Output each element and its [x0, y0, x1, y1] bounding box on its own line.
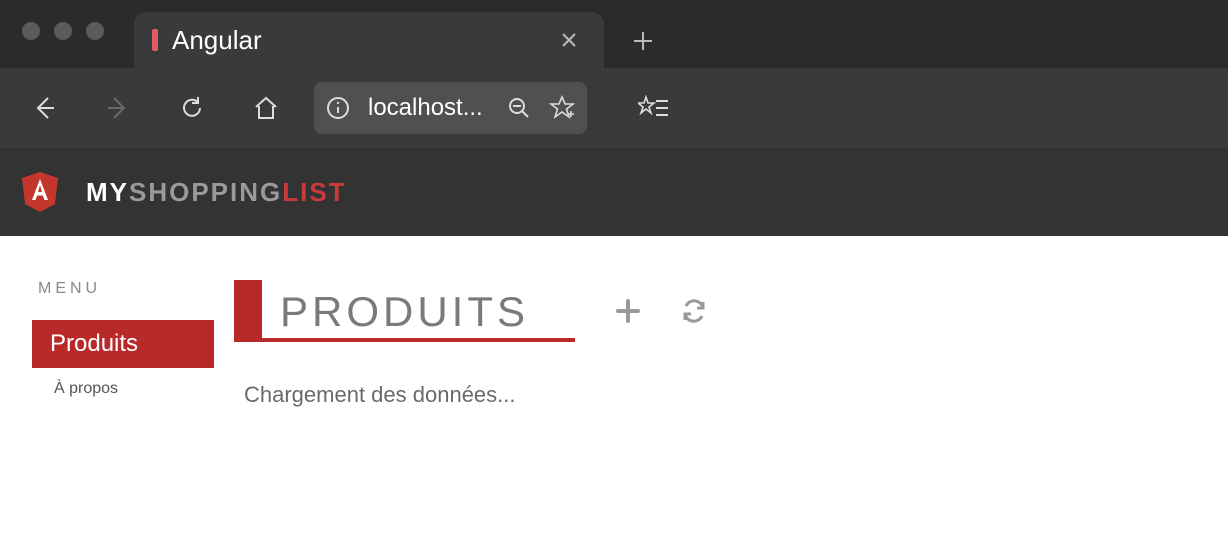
window-maximize-dot[interactable] [86, 22, 104, 40]
angular-logo-icon [22, 172, 58, 212]
sidebar: MENU Produits À propos [32, 280, 214, 410]
back-button[interactable] [12, 84, 76, 132]
brand-part-shopping: SHOPPING [129, 177, 282, 207]
title-accent-bar [234, 280, 262, 338]
main-content: PRODUITS Chargement des données... [234, 280, 1196, 410]
page-title: PRODUITS [280, 288, 575, 338]
brand-part-list: LIST [282, 177, 346, 207]
window-controls[interactable] [14, 22, 134, 68]
favorites-list-icon[interactable] [621, 84, 685, 132]
home-button[interactable] [234, 84, 298, 132]
menu-heading: MENU [32, 280, 214, 298]
zoom-out-icon[interactable] [507, 96, 531, 120]
sidebar-item-apropos[interactable]: À propos [32, 368, 214, 410]
close-tab-icon[interactable] [552, 31, 586, 49]
loading-message: Chargement des données... [234, 382, 1196, 408]
window-minimize-dot[interactable] [54, 22, 72, 40]
refresh-data-button[interactable] [681, 298, 707, 324]
page-title-block: PRODUITS [234, 280, 575, 342]
address-bar[interactable]: localhost... [314, 82, 587, 134]
refresh-button[interactable] [160, 84, 224, 132]
forward-button[interactable] [86, 84, 150, 132]
window-close-dot[interactable] [22, 22, 40, 40]
address-text: localhost... [368, 94, 489, 122]
info-icon[interactable] [326, 96, 350, 120]
new-tab-button[interactable] [604, 30, 682, 68]
tab-title: Angular [172, 25, 538, 56]
favorite-add-icon[interactable] [549, 95, 575, 121]
brand-title: MYSHOPPINGLIST [86, 177, 347, 208]
sidebar-item-produits[interactable]: Produits [32, 320, 214, 368]
tab-favicon [152, 29, 158, 51]
browser-tab[interactable]: Angular [134, 12, 604, 68]
app-header: MYSHOPPINGLIST [0, 148, 1228, 236]
brand-part-my: MY [86, 177, 129, 207]
add-button[interactable] [615, 298, 641, 324]
